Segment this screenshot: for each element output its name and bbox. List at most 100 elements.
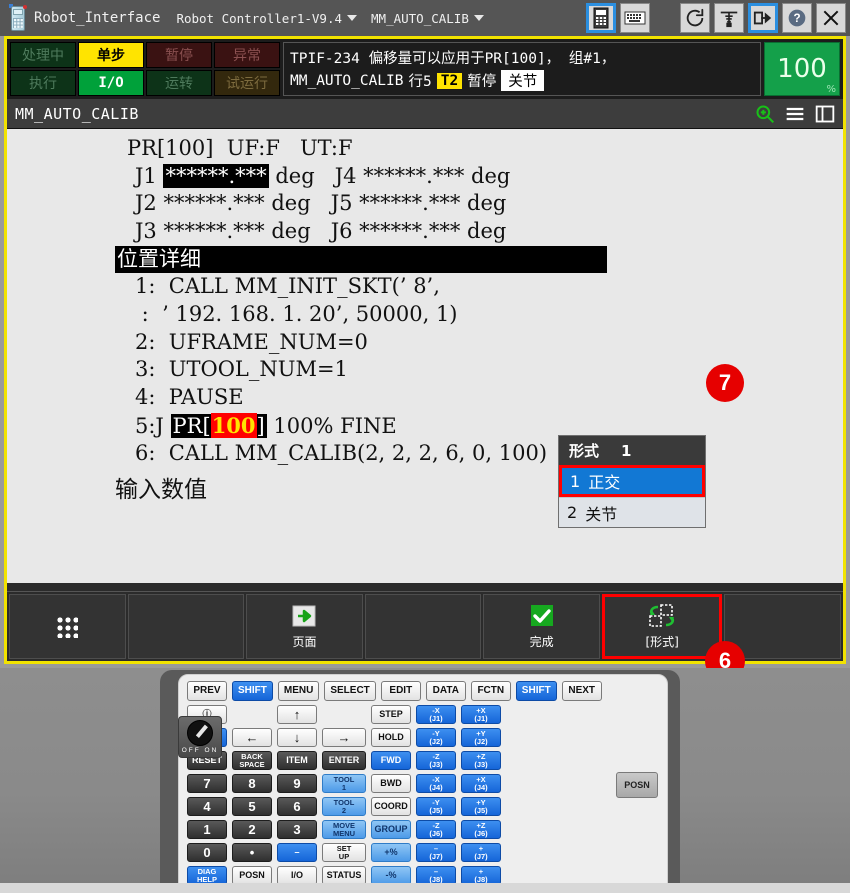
position-register-field[interactable]: PR[100] [170, 412, 267, 438]
key-7[interactable]: 7 [187, 774, 227, 793]
controller-selector[interactable]: Robot Controller1-V9.4 [176, 11, 358, 26]
program-selector[interactable]: MM_AUTO_CALIB [371, 11, 484, 26]
key-[interactable]: ← [232, 728, 272, 747]
key-item[interactable]: ITEM [277, 751, 317, 770]
export-icon[interactable] [748, 3, 778, 33]
key-data[interactable]: DATA [425, 681, 466, 701]
softkey-grid[interactable] [9, 594, 126, 659]
key-next[interactable]: NEXT [561, 681, 602, 701]
key-fctn[interactable]: FCTN [470, 681, 511, 701]
keyboard-icon[interactable] [620, 3, 650, 33]
key-hold[interactable]: HOLD [371, 728, 411, 747]
key-[interactable]: ↓ [277, 728, 317, 747]
softkey-empty-1[interactable] [127, 594, 245, 659]
key-fwd[interactable]: FWD [371, 751, 411, 770]
status-single-step[interactable]: 单步 [78, 42, 144, 68]
key-1[interactable]: 1 [187, 820, 227, 839]
key-4[interactable]: 4 [187, 797, 227, 816]
status-fault[interactable]: 异常 [214, 42, 280, 68]
program-line-6[interactable]: 6: CALL MM_CALIB(2, 2, 2, 6, 0, 100) [7, 440, 843, 468]
key-+x-j4-[interactable]: +X (J4) [461, 774, 501, 793]
key-y-j2-[interactable]: -Y (J2) [416, 728, 456, 747]
key-+z-j3-[interactable]: +Z (J3) [461, 751, 501, 770]
dropdown-option-joint[interactable]: 2 关节 [559, 497, 705, 527]
teach-pendant-icon[interactable] [586, 3, 616, 33]
zoom-in-icon[interactable] [755, 104, 775, 124]
status-io[interactable]: I/O [78, 70, 144, 96]
key-+y-j5-[interactable]: +Y (J5) [461, 797, 501, 816]
joint-j1-value[interactable]: ******.*** [163, 163, 269, 188]
key-3[interactable]: 3 [277, 820, 317, 839]
key-[interactable]: • [232, 843, 272, 862]
key-[interactable]: – [277, 843, 317, 862]
key-[interactable]: ↑ [277, 705, 317, 724]
key-5[interactable]: 5 [232, 797, 272, 816]
key-+x-j1-[interactable]: +X (J1) [461, 705, 501, 724]
status-motion[interactable]: 运转 [146, 70, 212, 96]
key-tool-2[interactable]: TOOL 2 [322, 797, 366, 816]
softkey-form-type[interactable]: [形式] [601, 594, 723, 659]
key-+y-j2-[interactable]: +Y (J2) [461, 728, 501, 747]
key-9[interactable]: 9 [277, 774, 317, 793]
joint-j2-value[interactable]: ******.*** [163, 191, 264, 215]
refresh-icon[interactable] [680, 3, 710, 33]
key-edit[interactable]: EDIT [380, 681, 421, 701]
key-prev[interactable]: PREV [187, 681, 227, 701]
key-tool-1[interactable]: TOOL 1 [322, 774, 366, 793]
key-posn-side[interactable]: POSN [616, 772, 658, 798]
dropdown-option-cartesian[interactable]: 1 正交 [559, 465, 705, 497]
softkey-page[interactable]: 页面 [246, 594, 363, 659]
program-line-1[interactable]: 1: CALL MM_INIT_SKT(’ 8’, [7, 273, 843, 301]
speed-override-indicator[interactable]: 100 % [764, 42, 840, 96]
key-shift-left[interactable]: SHIFT [232, 681, 273, 701]
key-coord[interactable]: COORD [371, 797, 411, 816]
key-+-[interactable]: +% [371, 843, 411, 862]
key-bwd[interactable]: BWD [371, 774, 411, 793]
key-+-j7-[interactable]: + (J7) [461, 843, 501, 862]
program-line-1-cont[interactable]: : ’ 192. 168. 1. 20’, 50000, 1) [7, 301, 843, 329]
joint-j6-value[interactable]: ******.*** [359, 219, 460, 243]
key-back-space[interactable]: BACK SPACE [232, 751, 272, 770]
softkey-empty-2[interactable] [364, 594, 482, 659]
key-j7-[interactable]: – (J7) [416, 843, 456, 862]
softkey-done[interactable]: 完成 [483, 594, 600, 659]
program-line-5[interactable]: 5:J PR[100] 100% FINE [7, 412, 843, 441]
key-6[interactable]: 6 [277, 797, 317, 816]
key-set-up[interactable]: SET UP [322, 843, 366, 862]
form-type-dropdown[interactable]: 形式 1 1 正交 2 关节 [558, 435, 706, 528]
close-icon[interactable] [816, 3, 846, 33]
status-running[interactable]: 执行 [10, 70, 76, 96]
program-line-2[interactable]: 2: UFRAME_NUM=0 [7, 329, 843, 357]
key-8[interactable]: 8 [232, 774, 272, 793]
power-switch[interactable]: OFF ON [178, 716, 222, 758]
key-x-j4-[interactable]: -X (J4) [416, 774, 456, 793]
key-enter[interactable]: ENTER [322, 751, 366, 770]
key-x-j1-[interactable]: -X (J1) [416, 705, 456, 724]
key-move-menu[interactable]: MOVE MENU [322, 820, 366, 839]
key-[interactable]: → [322, 728, 366, 747]
status-paused[interactable]: 暂停 [146, 42, 212, 68]
key-z-j3-[interactable]: -Z (J3) [416, 751, 456, 770]
pr-index-value[interactable]: 100 [210, 412, 257, 438]
key-z-j6-[interactable]: -Z (J6) [416, 820, 456, 839]
key-2[interactable]: 2 [232, 820, 272, 839]
key-group[interactable]: GROUP [371, 820, 411, 839]
key-0[interactable]: 0 [187, 843, 227, 862]
key-step[interactable]: STEP [371, 705, 411, 724]
status-processing[interactable]: 处理中 [10, 42, 76, 68]
layout-icon[interactable] [815, 104, 835, 124]
position-detail-label[interactable]: 位置详细 [115, 245, 607, 274]
status-test-run[interactable]: 试运行 [214, 70, 280, 96]
key-menu[interactable]: MENU [277, 681, 320, 701]
joint-j4-value[interactable]: ******.*** [363, 164, 464, 188]
key-+z-j6-[interactable]: +Z (J6) [461, 820, 501, 839]
robot-icon[interactable] [714, 3, 744, 33]
key-y-j5-[interactable]: -Y (J5) [416, 797, 456, 816]
key-select[interactable]: SELECT [324, 681, 376, 701]
help-icon[interactable]: ? [782, 3, 812, 33]
menu-icon[interactable] [785, 105, 805, 123]
joint-j3-value[interactable]: ******.*** [163, 219, 264, 243]
program-body[interactable]: PR[100] UF:F UT:F J1 ******.*** deg J4 *… [7, 129, 843, 583]
softkey-empty-3[interactable] [724, 594, 842, 659]
key-shift-right[interactable]: SHIFT [515, 681, 557, 701]
